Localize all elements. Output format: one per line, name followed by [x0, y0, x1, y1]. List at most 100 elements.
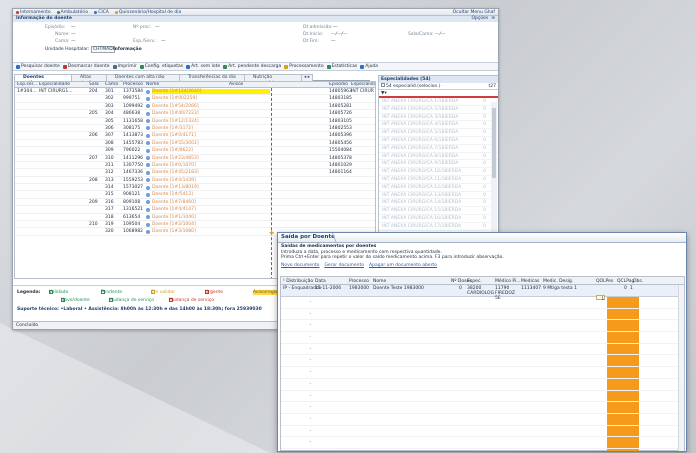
table-row[interactable]: IP - Enquadrados 15-11-2006 1983000 Doen… — [281, 285, 684, 301]
table-row[interactable]: 315 908121 Doente [1#/5413] — [15, 191, 375, 199]
dialog-column-header[interactable]: Data — [315, 279, 326, 284]
specialty-item[interactable]: INT ANEXA CIRÚRGICA 10/1BIERDA 0 — [379, 168, 498, 176]
table-row[interactable]: 207 310 1411296 Doente [1#23/4853] 14805378 — [15, 155, 375, 162]
table-row[interactable]: 312 1467336 Doente [1#45/2183] 14801164 — [15, 169, 375, 177]
delete-document-link[interactable]: Apagar um documento aberto — [369, 263, 437, 269]
empty-row[interactable]: • — [281, 355, 684, 368]
module-tab-3[interactable]: Quinzenário/Hospital de dia — [114, 10, 181, 15]
tab-4[interactable]: Nutrição parentérica — [244, 74, 302, 86]
module-tab-2[interactable]: CICA — [94, 10, 109, 15]
specialty-item[interactable]: INT ANEXA CIRÚRGICA 2/1BIERDA 0 — [379, 106, 498, 114]
empty-row[interactable]: • — [281, 391, 684, 403]
dialog-column-header[interactable]: ¹ Distribuição — [283, 279, 313, 284]
table-row[interactable]: 311 1307750 Doente [1#0/1070] 14801029 — [15, 162, 375, 170]
specialty-item[interactable]: INT ANEXA CIRÚRGICA 3/1BIERDA 0 — [379, 114, 498, 122]
table-row[interactable]: 314 1573027 Doente [1#13/8019] — [15, 184, 375, 192]
specialty-item[interactable]: INT ANEXA CIRÚRGICA 13/1BIERDA 0 — [379, 192, 498, 200]
specialty-item[interactable]: INT ANEXA CIRÚRGICA 5/1BIERDA 0 — [379, 129, 498, 137]
table-row[interactable]: 206 307 1413873 Doente [1#0/4171] 14805396 — [15, 132, 375, 140]
dialog-scrollbar[interactable] — [678, 285, 684, 451]
empty-row[interactable]: • — [281, 320, 684, 333]
table-row[interactable]: 303 1099492 Doente [1#54/2066] 14805281 — [15, 103, 375, 111]
toolbar-item-1[interactable]: Desmarcar doente — [62, 64, 110, 69]
toolbar-item-2[interactable]: Imprimir — [112, 64, 137, 69]
hospital-unit-value[interactable]: CHTMAD — [91, 46, 115, 53]
dialog-column-header[interactable]: Processo — [349, 279, 369, 284]
table-row[interactable]: 302 999751 Doente [1#002259] 14803185 — [15, 95, 375, 103]
tab-3[interactable]: Transferências do dia — [179, 74, 245, 81]
empty-row[interactable]: • — [281, 297, 684, 309]
filter-checkbox[interactable] — [381, 83, 385, 87]
table-row[interactable]: 305 1131658 Doente [1#12/1324] 14803105 — [15, 118, 375, 125]
dialog-column-header[interactable]: Médico Pi... — [495, 279, 521, 284]
empty-row[interactable]: • — [281, 344, 684, 356]
toolbar-item-4[interactable]: Art. sem lote — [186, 64, 220, 69]
dialog-instructions: Saídas de medicamentos por doentes Intro… — [278, 243, 686, 269]
specialty-item[interactable]: INT ANEXA CIRÚRGICA 16/1BIERDA 0 — [379, 215, 498, 223]
empty-row[interactable]: • — [281, 402, 684, 414]
dialog-column-header[interactable]: Obs. — [633, 279, 643, 284]
patient-icon — [146, 207, 150, 212]
dialog-column-header[interactable]: Medicas — [521, 279, 539, 284]
dialog-column-header[interactable]: Medic. Desig. — [543, 279, 573, 284]
end-date-value: — — [331, 39, 336, 44]
empty-row[interactable]: • — [281, 414, 684, 426]
toolbar-item-0[interactable]: Pesquisar doente — [16, 64, 60, 69]
table-row[interactable]: 1#304... INT CIRURG1... 204 301 1373584 Doent… — [15, 88, 375, 96]
module-tab-1[interactable]: Ambulatório — [56, 10, 88, 15]
generate-document-link[interactable]: Gerar documento — [324, 263, 364, 269]
tab-2[interactable]: Doentes com alta não validadas — [106, 74, 180, 86]
dialog-column-header[interactable]: QOLPes — [596, 279, 613, 284]
toolbar-item-5[interactable]: Art. pendente descarga — [223, 64, 281, 69]
specialty-item[interactable]: INT ANEXA CIRÚRGICA 6/1BIERDA 0 — [379, 137, 498, 145]
cell-cama: 319 — [105, 222, 114, 228]
table-row[interactable]: 317 1316521 Doente [1#4/4147] — [15, 206, 375, 214]
warning-icon[interactable]: ✚ — [269, 230, 276, 237]
empty-row[interactable]: • — [281, 437, 684, 449]
tab-scroll-arrows[interactable]: ◂ ▸ — [301, 74, 313, 81]
empty-row[interactable]: • — [281, 309, 684, 321]
table-row[interactable]: 208 313 1559253 Doente [1#4/1439] — [15, 177, 375, 185]
table-row[interactable]: 308 1455783 Doente [1#55/3001] 14805456 — [15, 140, 375, 148]
module-tab-0[interactable]: Internamento — [16, 10, 51, 15]
table-row[interactable]: 210 319 109504 Doente [1#2/1004] — [15, 221, 375, 229]
cell-obs: 1 — [630, 286, 633, 291]
patient-icon — [146, 192, 150, 197]
dialog-column-header[interactable]: Nome — [373, 279, 386, 284]
specialty-item[interactable]: INT ANEXA CIRÚRGICA 4/1BIERDA 0 — [379, 121, 498, 130]
specialty-item[interactable]: INT ANEXA CIRÚRGICA 1/1BIERDA 0 — [379, 98, 498, 106]
toolbar-item-7[interactable]: Estatísticas — [326, 64, 357, 69]
table-row[interactable]: 209 316 809108 Doente [1#7/8460] — [15, 199, 375, 207]
funnel-icon[interactable]: ▼▾ — [379, 90, 498, 98]
table-row[interactable]: 306 308175 Doente [1#/3172] 14802553 — [15, 125, 375, 133]
tab-0[interactable]: Doentes activos — [14, 74, 72, 86]
info-link[interactable]: Informação — [113, 47, 142, 52]
specialty-item[interactable]: INT ANEXA CIRÚRGICA 7/1BIERDA 0 — [379, 145, 498, 153]
specialty-item[interactable]: INT ANEXA CIRÚRGICA 9/1BIERDA 0 — [379, 160, 498, 169]
specialty-item[interactable]: INT ANEXA CIRÚRGICA 12/1BIERDA 0 — [379, 184, 498, 192]
empty-marker: • — [309, 440, 312, 446]
specialty-item[interactable]: INT ANEXA CIRÚRGICA 15/1BIERDA 0 — [379, 207, 498, 215]
table-row[interactable]: 318 613654 Doente [1#1/1040] — [15, 214, 375, 222]
empty-row[interactable]: • — [281, 332, 684, 344]
toolbar-item-8[interactable]: Ajuda — [360, 64, 378, 69]
empty-row[interactable]: • — [281, 379, 684, 391]
tab-1[interactable]: Altas do dia — [71, 74, 107, 86]
specialty-item[interactable]: INT ANEXA CIRÚRGICA 11/1BIERDA 0 — [379, 176, 498, 184]
dialog-column-header[interactable]: Espec. — [467, 279, 482, 284]
table-row[interactable]: 205 304 486638 Doente [1#40/7223] 14805726 — [15, 110, 375, 118]
new-document-link[interactable]: Novo documento — [281, 263, 319, 269]
table-row[interactable]: 309 796022 Doente [1#/8622] 15504084 — [15, 147, 375, 155]
hide-menu-button[interactable]: Ocultar Menu Ghaf — [453, 10, 495, 15]
toolbar-item-3[interactable]: Config. etiquetas — [139, 64, 183, 69]
toolbar-item-6[interactable]: Processamento — [284, 64, 324, 69]
specialty-item[interactable]: INT ANEXA CIRÚRGICA 14/1BIERDA 0 — [379, 199, 498, 208]
specialties-filter[interactable]: 54 especialid.(selecion.) t27 — [379, 83, 498, 90]
scroll-thumb[interactable] — [492, 108, 496, 178]
empty-row[interactable]: • — [281, 426, 684, 438]
specialty-item[interactable]: INT ANEXA CIRÚRGICA 8/1BIERDA 0 — [379, 153, 498, 161]
specialty-item[interactable]: INT ANEXA CIRÚRGICA 17/1BIERDA 0 — [379, 223, 498, 231]
toolbar-label: Pesquisar doente — [21, 64, 60, 69]
empty-row[interactable]: • — [281, 367, 684, 379]
cell-processo: 1131658 — [123, 118, 144, 124]
